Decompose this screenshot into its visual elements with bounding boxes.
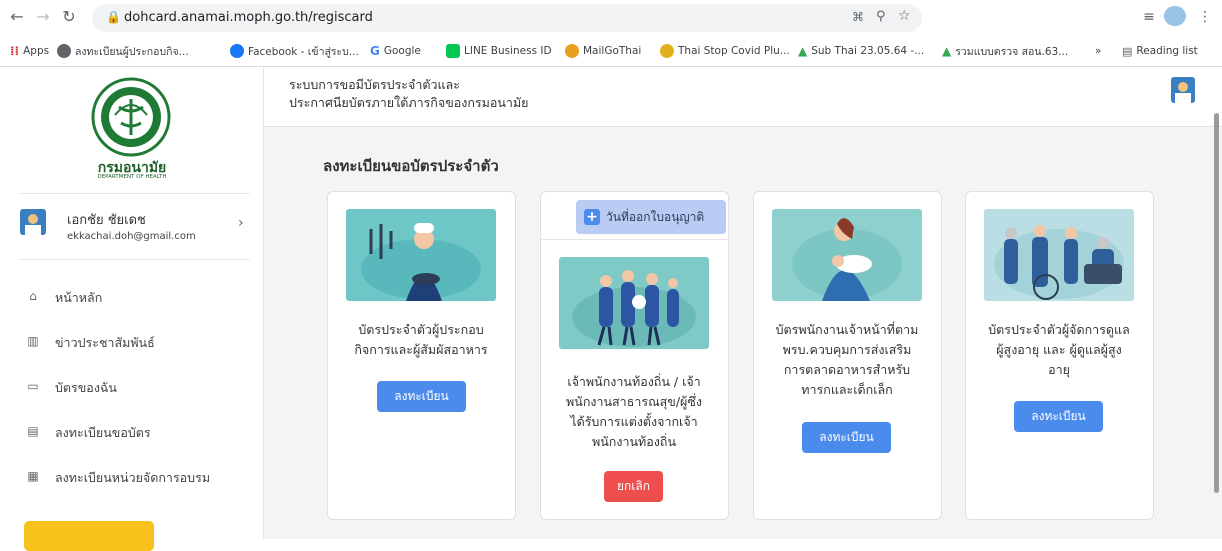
home-icon: ⌂ bbox=[29, 289, 37, 303]
plus-icon: + bbox=[584, 209, 600, 225]
url-text: dohcard.anamai.moph.go.th/regiscard bbox=[124, 10, 373, 25]
sidebar-item-news[interactable]: ▥ ข่าวประชาสัมพันธ์ bbox=[0, 325, 263, 359]
system-title-line1: ระบบการขอมีบัตรประจำตัวและ bbox=[289, 77, 460, 92]
cook-illustration bbox=[346, 209, 496, 301]
browser-chrome: ← → ↻ 🔒 dohcard.anamai.moph.go.th/regisc… bbox=[0, 0, 1222, 67]
document-icon: ▤ bbox=[27, 424, 39, 438]
header-avatar[interactable] bbox=[1171, 77, 1195, 103]
card-title: บัตรประจำตัวผู้จัดการดูแล ผู้สูงอายุ และ… bbox=[988, 322, 1130, 377]
chevron-right-icon: › bbox=[238, 215, 244, 231]
bookmark-apps[interactable]: ⁞⁞ Apps bbox=[10, 43, 49, 59]
sidebar-item-label: ข่าวประชาสัมพันธ์ bbox=[55, 335, 155, 350]
sidebar-item-label: ลงทะเบียนหน่วยจัดการอบรม bbox=[55, 470, 211, 485]
bookmark-item[interactable]: ลงทะเบียนผู้ประกอบกิจ... bbox=[57, 43, 189, 59]
id-card-icon: ▭ bbox=[27, 379, 39, 393]
mother-baby-illustration bbox=[772, 209, 922, 301]
sidebar-item-label: ลงทะเบียนขอบัตร bbox=[55, 425, 151, 440]
page-title: ลงทะเบียนขอบัตรประจำตัว bbox=[323, 157, 499, 175]
profile-avatar[interactable] bbox=[1164, 6, 1186, 26]
news-icon: ▥ bbox=[27, 334, 39, 348]
register-button[interactable]: ลงทะเบียน bbox=[377, 381, 466, 412]
user-name: เอกชัย ชัยเดช bbox=[67, 213, 146, 228]
drive-icon: ▲ bbox=[942, 44, 952, 58]
card-local-officer: + วันที่ออกใบอนุญาติ เจ้าพนักงานท้องถิ่น… bbox=[540, 191, 729, 520]
bookmark-star-icon[interactable]: ☆ bbox=[898, 8, 911, 24]
globe-icon bbox=[57, 44, 71, 58]
card-infant-food-officer: บัตรพนักงานเจ้าหน้าที่ตาม พรบ.ควบคุมการส… bbox=[753, 191, 942, 520]
bookmark-item[interactable]: ▲ รวมแบบตรวจ สอน.63... bbox=[942, 43, 1068, 59]
bookmarks-bar: ⁞⁞ Apps ลงทะเบียนผู้ประกอบกิจ... Faceboo… bbox=[0, 38, 1222, 64]
page-header: ระบบการขอมีบัตรประจำตัวและ ประกาศนียบัตร… bbox=[264, 67, 1222, 127]
system-title-line2: ประกาศนียบัตรภายใต้ภารกิจของกรมอนามัย bbox=[289, 95, 529, 110]
back-arrow-icon[interactable]: ← bbox=[8, 8, 26, 26]
divider bbox=[18, 259, 250, 260]
logo-subtitle: DEPARTMENT OF HEALTH bbox=[97, 174, 167, 180]
elderly-care-illustration bbox=[984, 209, 1134, 301]
reading-mode-icon[interactable]: ≡ bbox=[1140, 8, 1158, 26]
bookmark-item[interactable]: G Google bbox=[370, 43, 421, 59]
sidebar-item-register-unit[interactable]: ▦ ลงทะเบียนหน่วยจัดการอบรม bbox=[0, 460, 263, 494]
line-icon bbox=[446, 44, 460, 58]
user-email: ekkachai.doh@gmail.com bbox=[67, 231, 196, 242]
lock-icon: 🔒 bbox=[106, 10, 121, 24]
bookmark-item[interactable]: MailGoThai bbox=[565, 43, 641, 59]
covid-icon bbox=[660, 44, 674, 58]
bottom-action-button[interactable] bbox=[24, 521, 154, 551]
avatar bbox=[20, 209, 46, 235]
bookmark-item[interactable]: LINE Business ID bbox=[446, 43, 552, 59]
sidebar-item-label: หน้าหลัก bbox=[55, 290, 103, 305]
facebook-icon bbox=[230, 44, 244, 58]
register-button[interactable]: ลงทะเบียน bbox=[1014, 401, 1103, 432]
sidebar: กรมอนามัย DEPARTMENT OF HEALTH เอกชัย ชั… bbox=[0, 67, 264, 551]
drive-icon: ▲ bbox=[798, 44, 808, 58]
card-title: บัตรพนักงานเจ้าหน้าที่ตาม พรบ.ควบคุมการส… bbox=[775, 322, 919, 397]
license-date-button[interactable]: + วันที่ออกใบอนุญาติ bbox=[576, 200, 726, 234]
mail-icon bbox=[565, 44, 579, 58]
address-bar[interactable]: 🔒 dohcard.anamai.moph.go.th/regiscard ⌘ … bbox=[92, 4, 922, 32]
bookmark-item[interactable]: Facebook - เข้าสู่ระบ... bbox=[230, 43, 359, 59]
reload-icon[interactable]: ↻ bbox=[60, 8, 78, 26]
reading-list-button[interactable]: ▤ Reading list bbox=[1122, 43, 1198, 59]
scrollbar[interactable] bbox=[1214, 113, 1219, 493]
card-title: บัตรประจำตัวผู้ประกอบ กิจการและผู้สัมผัส… bbox=[354, 322, 488, 357]
health-officers-illustration bbox=[559, 257, 709, 349]
bookmark-item[interactable]: Thai Stop Covid Plu... bbox=[660, 43, 790, 59]
sidebar-item-home[interactable]: ⌂ หน้าหลัก bbox=[0, 280, 263, 314]
card-elderly-care: บัตรประจำตัวผู้จัดการดูแล ผู้สูงอายุ และ… bbox=[965, 191, 1154, 520]
card-food-handler: บัตรประจำตัวผู้ประกอบ กิจการและผู้สัมผัส… bbox=[327, 191, 516, 520]
main-content: ลงทะเบียนขอบัตรประจำตัว บัตรประจำตัวผู้ป… bbox=[264, 127, 1222, 539]
sidebar-item-my-cards[interactable]: ▭ บัตรของฉัน bbox=[0, 370, 263, 404]
bookmarks-overflow[interactable]: » bbox=[1095, 43, 1101, 59]
card-title: เจ้าพนักงานท้องถิ่น / เจ้า พนักงานสาธารณ… bbox=[566, 374, 702, 449]
reading-list-icon: ▤ bbox=[1122, 44, 1133, 58]
divider bbox=[541, 239, 728, 240]
google-icon: G bbox=[370, 44, 380, 58]
more-menu-icon[interactable]: ⋮ bbox=[1196, 8, 1214, 26]
bookmark-item[interactable]: ▲ Sub Thai 23.05.64 -... bbox=[798, 43, 924, 59]
register-button[interactable]: ลงทะเบียน bbox=[802, 422, 891, 453]
zoom-icon[interactable]: ⚲ bbox=[876, 9, 886, 24]
sidebar-item-register-card[interactable]: ▤ ลงทะเบียนขอบัตร bbox=[0, 415, 263, 449]
user-profile[interactable]: เอกชัย ชัยเดช ekkachai.doh@gmail.com › bbox=[0, 199, 263, 257]
sidebar-item-label: บัตรของฉัน bbox=[55, 380, 117, 395]
register-unit-icon: ▦ bbox=[27, 469, 39, 483]
divider bbox=[18, 193, 250, 194]
apps-grid-icon: ⁞⁞ bbox=[10, 44, 20, 58]
translate-icon[interactable]: ⌘ bbox=[852, 10, 864, 24]
forward-arrow-icon[interactable]: → bbox=[34, 8, 52, 26]
cancel-button[interactable]: ยกเลิก bbox=[604, 471, 663, 502]
